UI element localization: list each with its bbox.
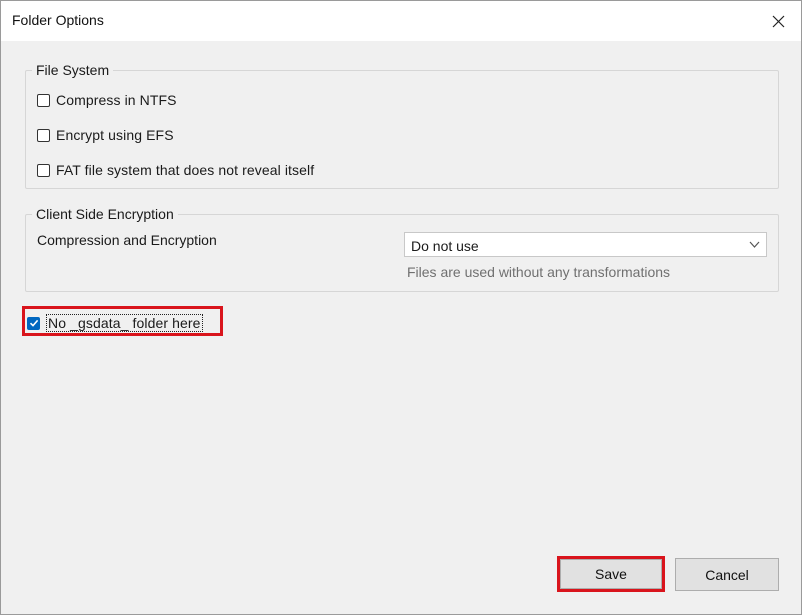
chevron-down-icon [749,241,760,248]
no-gsdata-label: No _gsdata_ folder here [46,314,203,332]
compress-ntfs-label: Compress in NTFS [56,92,177,108]
encrypt-efs-checkbox[interactable] [37,128,50,142]
select-value: Do not use [411,238,479,254]
fat-hidden-checkbox[interactable] [37,163,50,177]
fat-hidden-option[interactable]: FAT file system that does not reveal its… [37,162,314,178]
file-system-legend: File System [36,62,110,78]
compression-encryption-label: Compression and Encryption [37,232,217,248]
checkmark-icon [29,319,38,327]
title-bar: Folder Options [1,1,801,41]
compress-ntfs-option[interactable]: Compress in NTFS [37,92,177,108]
no-gsdata-option[interactable]: No _gsdata_ folder here [27,314,203,332]
close-icon [772,15,784,27]
compression-encryption-select[interactable]: Do not use [404,232,767,257]
close-button[interactable] [755,1,801,41]
window-title: Folder Options [12,12,104,28]
folder-options-dialog: Folder Options File System Compress in N… [0,0,802,615]
no-gsdata-checkbox[interactable] [27,316,40,330]
encrypt-efs-option[interactable]: Encrypt using EFS [37,127,174,143]
client-side-encryption-legend: Client Side Encryption [36,206,174,222]
encrypt-efs-label: Encrypt using EFS [56,127,174,143]
fat-hidden-label: FAT file system that does not reveal its… [56,162,315,178]
encryption-hint: Files are used without any transformatio… [407,264,671,280]
save-button[interactable]: Save [560,559,662,589]
compress-ntfs-checkbox[interactable] [37,93,50,107]
cancel-button[interactable]: Cancel [675,558,779,591]
